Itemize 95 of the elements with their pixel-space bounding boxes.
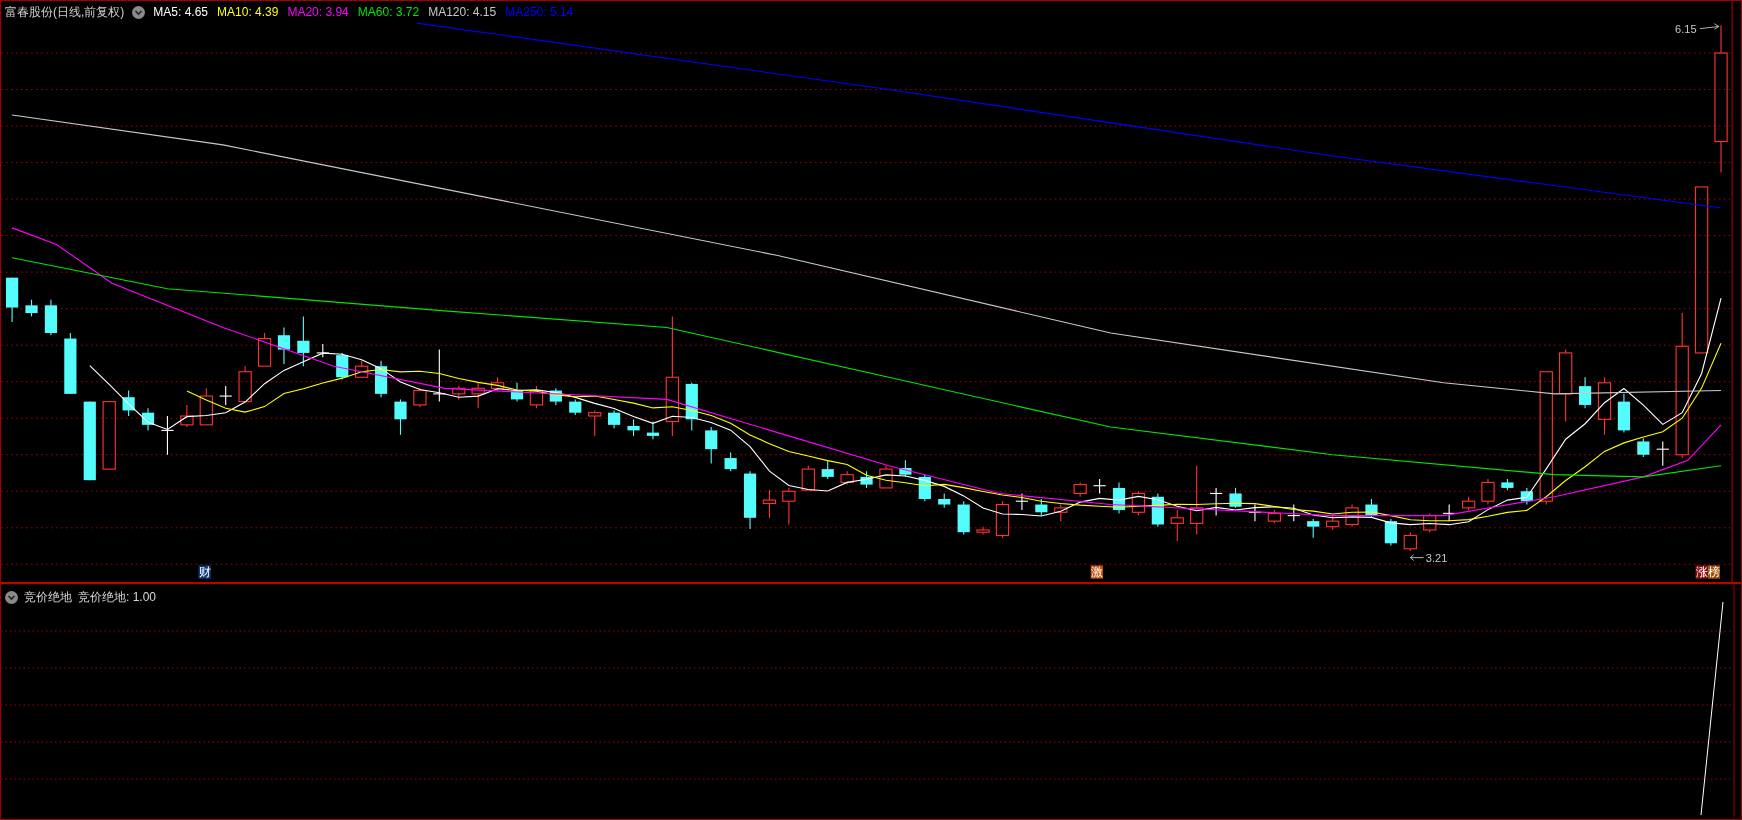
signal-tag: 财 xyxy=(198,565,211,579)
candlestick xyxy=(1190,465,1204,535)
candlestick xyxy=(860,470,873,489)
moving-average-value: MA250: 5.14 xyxy=(505,4,574,21)
candlestick xyxy=(918,474,931,502)
candlestick xyxy=(879,465,893,489)
candlestick xyxy=(1656,440,1670,467)
high-price-label: 6.15 xyxy=(1675,23,1697,36)
candlestick xyxy=(199,387,213,426)
candlestick xyxy=(25,299,38,317)
candlestick xyxy=(1035,498,1048,517)
candlestick xyxy=(355,360,369,378)
candlestick xyxy=(1209,487,1223,517)
candlestick xyxy=(277,326,291,365)
chevron-down-icon[interactable] xyxy=(132,5,146,19)
candlestick xyxy=(413,387,427,408)
candlestick xyxy=(1345,503,1359,528)
candlestick xyxy=(569,398,582,416)
candlestick xyxy=(1229,487,1242,509)
indicator-title: 竞价绝地 xyxy=(24,589,72,606)
signal-tag: 涨 xyxy=(1695,565,1708,579)
chevron-down-icon[interactable] xyxy=(5,590,18,604)
candlestick xyxy=(588,409,602,437)
stock-title: 富春股份(日线,前复权) xyxy=(5,4,125,21)
candlestick xyxy=(160,415,175,456)
candlestick xyxy=(219,385,233,406)
candlestick xyxy=(257,332,272,367)
candlestick xyxy=(180,404,194,428)
arrow-icon xyxy=(1699,23,1720,30)
candlestick xyxy=(1112,481,1126,514)
candlestick xyxy=(102,401,116,470)
candlestick xyxy=(705,426,718,465)
candlestick xyxy=(608,409,621,429)
candlestick xyxy=(1403,531,1417,552)
candlestick xyxy=(374,360,388,398)
candlestick xyxy=(743,470,757,530)
candlestick xyxy=(1617,393,1631,434)
candlestick xyxy=(938,492,951,509)
candlestick xyxy=(801,465,815,491)
candlestick xyxy=(394,398,407,436)
arrow-icon xyxy=(1409,554,1425,561)
candlestick xyxy=(238,365,252,403)
candlestick xyxy=(141,407,155,431)
candlestick xyxy=(64,332,77,395)
candlestick xyxy=(685,382,698,431)
candlestick xyxy=(1481,478,1495,506)
candlestick xyxy=(529,385,544,409)
low-price-label: 3.21 xyxy=(1425,552,1448,565)
candlestick xyxy=(490,376,505,392)
candlestick xyxy=(1501,478,1514,491)
candlestick xyxy=(1170,509,1184,542)
moving-average-value: MA60: 3.72 xyxy=(357,4,420,21)
candlestick xyxy=(1131,490,1146,517)
candlestick xyxy=(549,387,562,406)
candlestick xyxy=(297,315,310,367)
candlestick xyxy=(782,487,796,525)
moving-average-value: MA10: 4.39 xyxy=(217,4,279,21)
candlestick xyxy=(1073,481,1087,498)
candlestick xyxy=(1015,492,1029,511)
moving-average-value: MA20: 3.94 xyxy=(287,4,349,21)
candlestick xyxy=(1092,478,1107,495)
candlestick xyxy=(724,451,737,472)
candlestick xyxy=(1384,518,1397,547)
candlestick xyxy=(1307,518,1320,539)
candlestick xyxy=(627,418,640,437)
candlestick xyxy=(122,390,135,417)
candlestick xyxy=(1597,376,1612,436)
candlestick xyxy=(762,489,777,519)
candlestick xyxy=(1461,496,1476,511)
candlestick xyxy=(1579,376,1592,409)
candlestick xyxy=(976,526,990,535)
candlestick xyxy=(6,277,19,323)
candlestick xyxy=(821,459,834,480)
moving-average-value: MA5: 4.65 xyxy=(153,4,209,21)
candlestick xyxy=(1325,515,1340,531)
candlestick xyxy=(957,500,970,535)
candlestick xyxy=(452,385,466,400)
candlestick xyxy=(316,343,330,358)
candlestick xyxy=(1520,487,1533,506)
candlestick xyxy=(1287,503,1301,522)
candlestick xyxy=(44,299,58,336)
indicator-reading: 竞价绝地: 1.00 xyxy=(78,589,157,606)
candlestick xyxy=(1365,498,1378,519)
candlestick xyxy=(1637,437,1650,458)
signal-tag: 激 xyxy=(1090,565,1103,579)
moving-average-value: MA120: 4.15 xyxy=(428,4,497,21)
candlestick xyxy=(899,459,912,478)
candlestick xyxy=(510,382,524,403)
candlestick xyxy=(432,349,446,403)
candlestick xyxy=(1423,512,1437,533)
candlestick xyxy=(471,382,485,409)
candlestick xyxy=(1054,503,1068,522)
candlestick xyxy=(840,470,854,486)
candlestick xyxy=(1267,509,1282,524)
candlestick xyxy=(995,500,1010,539)
